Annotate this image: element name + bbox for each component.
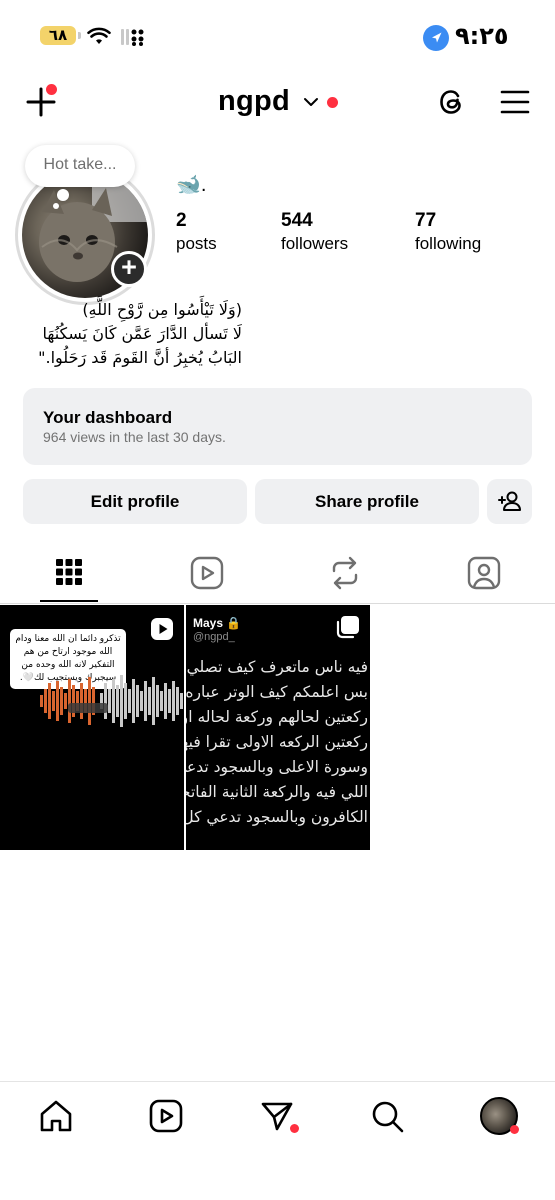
profile-notification-dot [510, 1125, 519, 1134]
posts-count[interactable]: 2 [176, 210, 187, 232]
add-story-button[interactable]: + [111, 251, 147, 287]
direct-messages-icon[interactable] [260, 1100, 294, 1132]
share-profile-button[interactable]: Share profile [255, 479, 479, 524]
account-username[interactable]: ngpd [218, 85, 290, 118]
post-text-line: ركعتين لحالهم وركعة لحاله اول [186, 708, 368, 726]
dashboard-card[interactable]: Your dashboard 964 views in the last 30 … [23, 388, 532, 465]
clock: ٩:٢٥ [455, 22, 509, 50]
display-name: 🐋. [176, 174, 207, 196]
chevron-down-icon[interactable] [303, 96, 319, 108]
new-content-dot [46, 84, 57, 95]
post-text: فيه ناس ماتعرف كيف تصلي الوتر بس اعلمكم … [186, 655, 368, 830]
menu-icon[interactable] [500, 89, 530, 115]
note-bubble[interactable]: Hot take... [25, 145, 135, 187]
reels-icon[interactable] [190, 556, 224, 590]
post-text-line: بس اعلمكم كيف الوتر عباره عن ثلاث [186, 683, 368, 701]
suggested-people-button[interactable] [487, 479, 532, 524]
search-icon[interactable] [371, 1100, 405, 1134]
carousel-badge-icon [336, 616, 359, 639]
messages-notification-dot [290, 1124, 299, 1133]
post-text-line: الكافرون وبالسجود تدعي كل شي [186, 808, 368, 826]
post-text-line: ركعتين الركعه الاولى تقرا فيها الفاتحة [186, 733, 368, 751]
wifi-icon [87, 27, 111, 44]
following-count[interactable]: 77 [415, 210, 436, 232]
posts-label[interactable]: posts [176, 234, 217, 254]
note-tail-small [53, 203, 59, 209]
reels-nav-icon[interactable] [149, 1099, 183, 1133]
bio-line: (وَلَا تَيْأَسُوا مِن رَّوْحِ اللَّهِ) [82, 300, 242, 319]
status-bar: ٦٨ ٩:٢٥ [0, 0, 555, 70]
post-text-line: وسورة الاعلى وبالسجود تدعي الله [186, 758, 368, 776]
reposts-icon[interactable] [329, 556, 361, 590]
reel-badge-icon [151, 618, 173, 640]
followers-label[interactable]: followers [281, 234, 348, 254]
tagged-icon[interactable] [467, 556, 501, 590]
home-icon[interactable] [38, 1099, 74, 1133]
account-switcher-dot [327, 97, 338, 108]
post-text-line: فيه ناس ماتعرف كيف تصلي الوتر [186, 658, 368, 676]
bio-line: البَابُ يُخبِرُ أنَّ القَومَ قَد رَحَلُو… [38, 348, 242, 367]
grid-icon[interactable] [55, 558, 83, 586]
edit-profile-button[interactable]: Edit profile [23, 479, 247, 524]
post-handle: @ngpd_ [193, 631, 235, 643]
post-text-line: اللي فيه والركعة الثانية الفاتحة بعدها [186, 783, 368, 801]
post-tile[interactable]: Mays 🔒 @ngpd_ فيه ناس ماتعرف كيف تصلي ال… [186, 605, 370, 850]
post-tile[interactable]: تذكرو دائما ان الله معنا ودام الله موجود… [0, 605, 184, 850]
tab-divider [0, 603, 555, 604]
threads-icon[interactable] [437, 86, 467, 118]
battery-indicator: ٦٨ [40, 26, 81, 45]
signal-icon [121, 29, 144, 46]
audio-waveform [40, 675, 183, 727]
dashboard-subtitle: 964 views in the last 30 days. [43, 429, 226, 445]
add-person-icon [497, 491, 521, 511]
bottom-nav-divider [0, 1081, 555, 1082]
post-author: Mays 🔒 [193, 616, 242, 630]
followers-count[interactable]: 544 [281, 210, 313, 232]
location-icon [423, 25, 449, 51]
following-label[interactable]: following [415, 234, 481, 254]
bio: (وَلَا تَيْأَسُوا مِن رَّوْحِ اللَّهِ) ل… [22, 298, 242, 370]
active-tab-indicator [40, 600, 98, 602]
note-tail [57, 189, 69, 201]
bio-line: لَا تَسأل الدَّارَ عَمَّن كَانَ يَسكُنُه… [42, 324, 242, 343]
dashboard-title: Your dashboard [43, 408, 173, 427]
